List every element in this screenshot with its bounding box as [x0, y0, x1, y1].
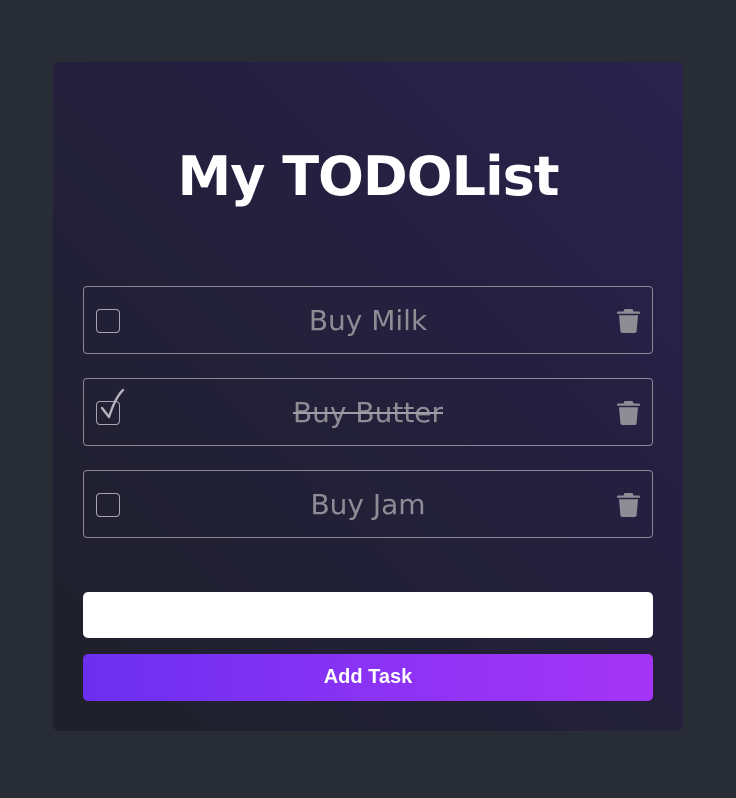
check-icon [100, 388, 125, 419]
add-task-button[interactable]: Add Task [83, 654, 653, 701]
task-checkbox[interactable] [96, 388, 125, 425]
task-checkbox[interactable] [96, 493, 120, 517]
trash-icon[interactable] [617, 400, 640, 425]
task-item: Buy Milk [83, 286, 653, 354]
new-task-input[interactable] [83, 592, 653, 638]
trash-icon[interactable] [617, 492, 640, 517]
todo-card: My TODOList Buy Milk Buy Butter Buy Jam … [53, 62, 683, 731]
task-item: Buy Butter [83, 378, 653, 446]
task-item: Buy Jam [83, 470, 653, 538]
trash-icon[interactable] [617, 308, 640, 333]
task-label: Buy Jam [310, 488, 426, 521]
task-checkbox[interactable] [96, 309, 120, 333]
page-title: My TODOList [177, 145, 559, 208]
task-label: Buy Butter [292, 396, 444, 429]
task-label: Buy Milk [308, 304, 428, 337]
